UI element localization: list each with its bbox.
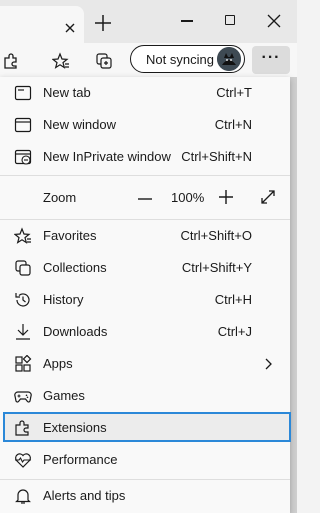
- collections-icon: [14, 259, 32, 277]
- menu-item-apps[interactable]: Apps: [0, 348, 290, 380]
- collections-toolbar-icon[interactable]: [95, 52, 113, 70]
- menu-item-label: New tab: [43, 85, 91, 100]
- extensions-toolbar-icon[interactable]: [2, 52, 20, 70]
- settings-and-more-button[interactable]: ···: [252, 46, 290, 74]
- menu-item-downloads[interactable]: Downloads Ctrl+J: [0, 316, 290, 348]
- close-tab-icon[interactable]: [62, 20, 78, 36]
- menu-item-new-inprivate-window[interactable]: New InPrivate window Ctrl+Shift+N: [0, 141, 290, 173]
- zoom-out-icon[interactable]: [137, 194, 153, 204]
- menu-item-alerts-and-tips[interactable]: Alerts and tips: [0, 480, 290, 512]
- avatar: [217, 47, 241, 71]
- menu-item-history[interactable]: History Ctrl+H: [0, 284, 290, 316]
- extensions-icon: [14, 419, 32, 437]
- apps-icon: [14, 355, 32, 373]
- menu-item-shortcut: Ctrl+J: [217, 324, 252, 339]
- menu-item-games[interactable]: Games: [0, 380, 290, 412]
- menu-item-shortcut: Ctrl+Shift+Y: [181, 260, 252, 275]
- menu-divider: [0, 175, 290, 176]
- more-dots-icon: ···: [261, 49, 281, 66]
- menu-item-extensions[interactable]: Extensions: [0, 412, 291, 444]
- page-edge: [290, 77, 297, 513]
- menu-item-shortcut: Ctrl+T: [216, 85, 252, 100]
- menu-item-label: Extensions: [43, 420, 107, 435]
- minimize-icon[interactable]: [181, 20, 193, 22]
- menu-item-label: Apps: [43, 356, 73, 371]
- menu-item-label: Collections: [43, 260, 107, 275]
- menu-item-shortcut: Ctrl+Shift+N: [181, 149, 252, 164]
- menu-item-new-window[interactable]: New window Ctrl+N: [0, 109, 290, 141]
- bell-icon: [14, 487, 32, 505]
- menu-item-shortcut: Ctrl+Shift+O: [180, 228, 252, 243]
- inprivate-icon: [14, 148, 32, 166]
- window-close-icon[interactable]: [267, 14, 281, 28]
- fullscreen-icon[interactable]: [259, 188, 277, 206]
- history-icon: [14, 291, 32, 309]
- menu-item-shortcut: Ctrl+H: [214, 292, 252, 307]
- menu-item-shortcut: Ctrl+N: [214, 117, 252, 132]
- menu-item-collections[interactable]: Collections Ctrl+Shift+Y: [0, 252, 290, 284]
- new-window-icon: [14, 116, 32, 134]
- menu-item-favorites[interactable]: Favorites Ctrl+Shift+O: [0, 220, 290, 252]
- menu-item-new-tab[interactable]: New tab Ctrl+T: [0, 77, 290, 109]
- menu-item-label: Downloads: [43, 324, 108, 339]
- favorites-toolbar-icon[interactable]: [52, 52, 70, 70]
- zoom-in-icon[interactable]: [217, 188, 235, 206]
- new-tab-icon: [14, 84, 32, 102]
- new-tab-plus-icon[interactable]: [94, 14, 112, 32]
- menu-item-performance[interactable]: Performance: [0, 444, 290, 476]
- menu-item-label: New window: [43, 117, 116, 132]
- downloads-icon: [14, 323, 32, 341]
- menu-item-label: Performance: [43, 452, 118, 467]
- performance-icon: [14, 451, 32, 469]
- menu-item-label: Favorites: [43, 228, 97, 243]
- zoom-label: Zoom: [43, 190, 77, 205]
- favorites-icon: [14, 227, 32, 245]
- chevron-right-icon: [263, 358, 273, 370]
- browser-tab[interactable]: [0, 6, 84, 43]
- title-bar: [0, 0, 297, 43]
- settings-menu: New tab Ctrl+T New window Ctrl+N New InP…: [0, 77, 291, 513]
- sync-status-label: Not syncing: [146, 52, 214, 67]
- games-icon: [14, 387, 32, 405]
- menu-item-label: History: [43, 292, 84, 307]
- menu-item-label: New InPrivate window: [43, 149, 171, 164]
- menu-item-label: Games: [43, 388, 85, 403]
- zoom-value: 100%: [171, 190, 205, 205]
- menu-item-label: Alerts and tips: [43, 488, 126, 503]
- maximize-icon[interactable]: [225, 15, 235, 25]
- profile-sync-button[interactable]: Not syncing: [130, 45, 245, 73]
